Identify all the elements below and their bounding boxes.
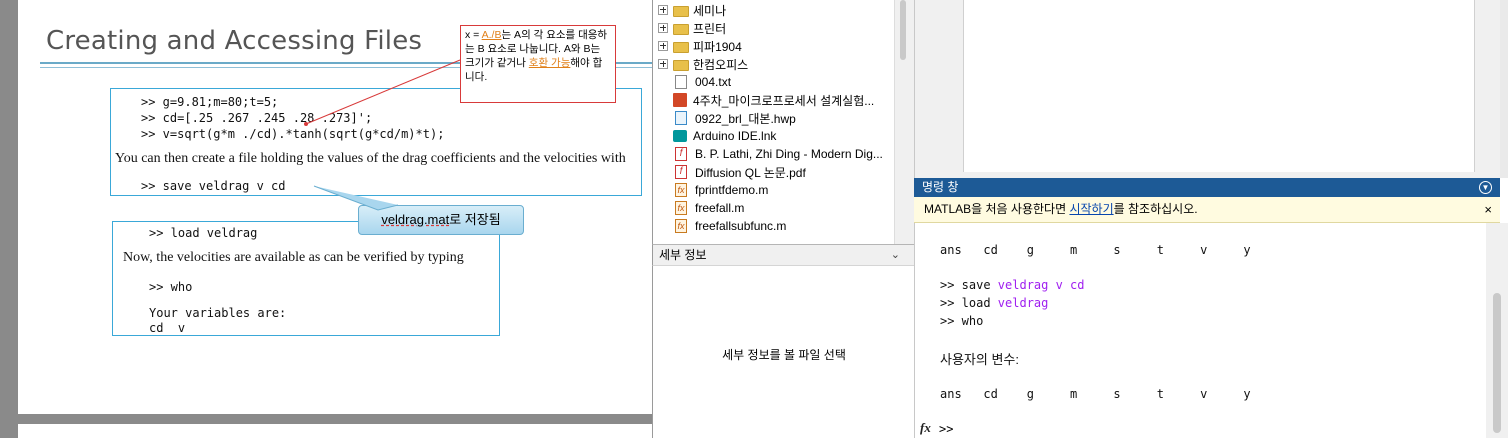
folder-icon: [673, 23, 689, 35]
list-item[interactable]: 피파1904: [653, 37, 894, 55]
scrollbar-thumb[interactable]: [900, 0, 906, 60]
expand-icon[interactable]: [658, 5, 668, 15]
list-item[interactable]: 4주차_마이크로프로세서 설계실험...: [653, 91, 894, 109]
command-text: >> save: [940, 278, 998, 292]
list-item[interactable]: 한컴오피스: [653, 55, 894, 73]
next-slide-edge: [18, 424, 652, 438]
bubble-tail: [313, 185, 399, 211]
function-browser-icon[interactable]: fx: [920, 420, 931, 436]
folder-icon: [673, 41, 689, 53]
list-item[interactable]: fx freefallsubfunc.m: [653, 217, 894, 235]
pdf-file-icon: f: [675, 165, 687, 179]
list-item[interactable]: 프린터: [653, 19, 894, 37]
editor-scrollbar[interactable]: [1500, 0, 1508, 178]
notice-text: 를 참조하십시오.: [1113, 202, 1198, 216]
editor-area: [914, 0, 1508, 178]
slide-page: Creating and Accessing Files >> g=9.81;m…: [18, 0, 652, 414]
getting-started-notice: MATLAB을 처음 사용한다면 시작하기를 참조하십시오. ×: [914, 197, 1500, 223]
hwp-file-icon: [675, 111, 687, 125]
file-label: Arduino IDE.lnk: [693, 129, 777, 143]
notice-text: MATLAB을 처음 사용한다면: [924, 202, 1070, 216]
details-panel: 세부 정보를 볼 파일 선택: [652, 266, 914, 438]
file-label: B. P. Lathi, Zhi Ding - Modern Dig...: [695, 147, 883, 161]
close-icon[interactable]: ×: [1484, 197, 1492, 222]
file-label: 0922_brl_대본.hwp: [695, 111, 796, 126]
getting-started-link[interactable]: 시작하기: [1069, 202, 1113, 216]
command-window-scrollbar[interactable]: [1486, 223, 1508, 438]
file-label: freefallsubfunc.m: [695, 219, 787, 233]
command-args: veldrag: [997, 296, 1049, 310]
list-item[interactable]: f Diffusion QL 논문.pdf: [653, 163, 894, 181]
command-prompt[interactable]: >>: [939, 422, 953, 436]
scrollbar-thumb[interactable]: [1493, 293, 1501, 433]
list-item[interactable]: 0922_brl_대본.hwp: [653, 109, 894, 127]
expand-icon[interactable]: [658, 41, 668, 51]
expand-icon[interactable]: [658, 23, 668, 33]
file-label: 프린터: [693, 21, 727, 36]
current-folder-browser[interactable]: 세미나 프린터 피파1904 한컴오피스 004.txt 4주차_마이크로프로세…: [652, 0, 894, 244]
expand-icon[interactable]: [658, 59, 668, 69]
command-window-title: 명령 창: [922, 180, 959, 194]
list-item[interactable]: f B. P. Lathi, Zhi Ding - Modern Dig...: [653, 145, 894, 163]
file-label: freefall.m: [695, 201, 745, 215]
m-file-icon: fx: [675, 183, 687, 197]
file-label: fprintfdemo.m: [695, 183, 769, 197]
m-file-icon: fx: [675, 201, 687, 215]
details-title: 세부 정보: [659, 248, 707, 262]
command-line: >> save veldrag v cd: [940, 278, 1085, 292]
output-line: ans cd g m s t v y: [940, 387, 1251, 401]
arduino-shortcut-icon: [673, 130, 687, 142]
file-label: 한컴오피스: [693, 57, 749, 72]
slide-viewer[interactable]: Creating and Accessing Files >> g=9.81;m…: [0, 0, 652, 438]
list-item[interactable]: fx freefall.m: [653, 199, 894, 217]
command-line: >> load veldrag: [940, 296, 1048, 310]
chevron-down-icon[interactable]: ⌄: [891, 245, 900, 265]
command-line: >> who: [940, 314, 984, 328]
details-empty-message: 세부 정보를 볼 파일 선택: [722, 348, 846, 362]
file-label: Diffusion QL 논문.pdf: [695, 165, 806, 180]
pdf-file-icon: f: [675, 147, 687, 161]
editor-document[interactable]: [963, 0, 1475, 172]
file-label: 세미나: [693, 3, 727, 18]
list-item[interactable]: 세미나: [653, 1, 894, 19]
details-panel-header[interactable]: 세부 정보 ⌄: [652, 244, 914, 266]
panel-menu-icon[interactable]: ▼: [1479, 181, 1492, 194]
file-browser-scrollbar[interactable]: [894, 0, 914, 244]
text-file-icon: [675, 75, 687, 89]
note-pointer-line: [305, 59, 461, 125]
output-line: 사용자의 변수:: [940, 352, 1019, 367]
folder-icon: [673, 59, 689, 71]
output-line: ans cd g m s t v y: [940, 243, 1251, 257]
command-window-header: 명령 창 ▼: [914, 178, 1500, 197]
file-label: 004.txt: [695, 75, 732, 89]
command-args: veldrag v cd: [997, 278, 1085, 292]
command-text: >> load: [940, 296, 998, 310]
powerpoint-file-icon: [673, 93, 687, 107]
command-window[interactable]: ans cd g m s t v y >> save veldrag v cd …: [914, 223, 1486, 438]
file-label: 4주차_마이크로프로세서 설계실험...: [693, 93, 875, 108]
m-file-icon: fx: [675, 219, 687, 233]
folder-icon: [673, 5, 689, 17]
note-pointer-dot: [304, 122, 308, 126]
list-item[interactable]: fx fprintfdemo.m: [653, 181, 894, 199]
annotation-connectors: [304, 59, 461, 211]
list-item[interactable]: Arduino IDE.lnk: [653, 127, 894, 145]
file-label: 피파1904: [693, 39, 742, 54]
list-item[interactable]: 004.txt: [653, 73, 894, 91]
